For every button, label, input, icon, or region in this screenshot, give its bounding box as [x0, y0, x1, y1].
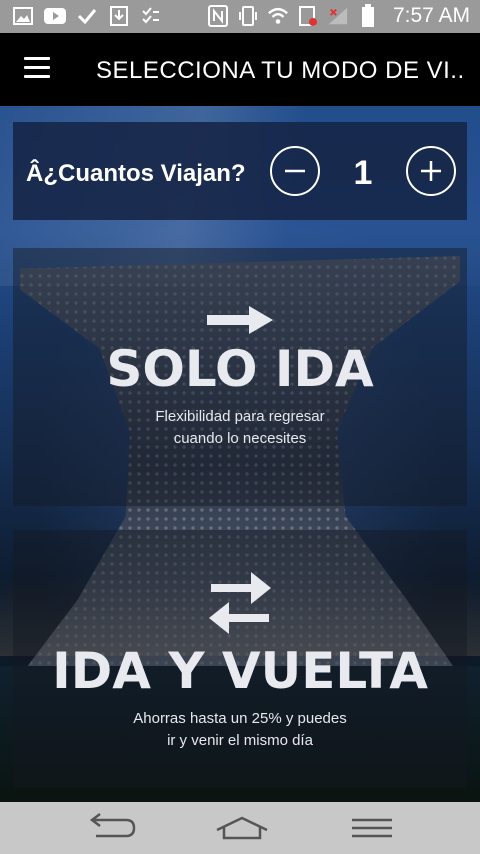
round-trip-subtitle-line1: Ahorras hasta un 25% y puedes — [133, 710, 347, 727]
signal-icon — [327, 6, 349, 26]
sim-icon — [297, 6, 319, 26]
hamburger-line — [24, 57, 50, 60]
tasks-icon — [140, 6, 162, 26]
hamburger-menu-button[interactable] — [24, 57, 50, 81]
one-way-title: SOLO IDA — [106, 340, 374, 398]
home-button[interactable] — [212, 810, 272, 846]
arrow-right-icon — [207, 306, 273, 334]
app-bar: SELECCIONA TU MODO DE VI... — [0, 33, 480, 106]
round-trip-title: IDA Y VUELTA — [52, 642, 428, 700]
minus-icon — [285, 169, 305, 173]
one-way-subtitle: Flexibilidad para regresar cuando lo nec… — [13, 406, 467, 450]
back-icon — [89, 813, 136, 838]
round-trip-subtitle-line2: ir y venir el mismo día — [167, 732, 313, 749]
swap-arrows-icon — [209, 572, 271, 634]
vibrate-icon — [237, 6, 259, 26]
one-way-subtitle-line2: cuando lo necesites — [173, 430, 307, 447]
round-trip-option[interactable]: IDA Y VUELTA Ahorras hasta un 25% y pued… — [13, 530, 467, 788]
status-bar: 7:57 AM — [0, 0, 480, 33]
back-button[interactable] — [82, 810, 142, 846]
image-icon — [12, 6, 34, 26]
wifi-icon — [267, 6, 289, 26]
notification-icons — [12, 6, 162, 26]
one-way-subtitle-line1: Flexibilidad para regresar — [155, 408, 325, 425]
system-icons: 7:57 AM — [207, 4, 470, 28]
recent-apps-button[interactable] — [342, 810, 402, 846]
page-title: SELECCIONA TU MODO DE VI... — [96, 57, 466, 84]
check-icon — [76, 6, 98, 26]
system-nav-bar — [0, 802, 480, 854]
plus-icon — [421, 161, 441, 181]
download-icon — [108, 6, 130, 26]
passenger-selector: Â¿Cuantos Viajan? 1 — [13, 122, 467, 220]
decrease-passengers-button[interactable] — [270, 146, 320, 196]
youtube-icon — [44, 6, 66, 26]
increase-passengers-button[interactable] — [406, 146, 456, 196]
passenger-label: Â¿Cuantos Viajan? — [26, 160, 246, 187]
hamburger-line — [24, 75, 50, 78]
clock: 7:57 AM — [392, 4, 470, 27]
one-way-option[interactable]: SOLO IDA Flexibilidad para regresar cuan… — [13, 248, 467, 506]
nfc-icon — [207, 5, 229, 27]
round-trip-subtitle: Ahorras hasta un 25% y puedes ir y venir… — [13, 708, 467, 752]
menu-icon — [352, 818, 392, 838]
home-icon — [216, 816, 268, 840]
passenger-count: 1 — [353, 154, 373, 192]
hamburger-line — [24, 66, 50, 69]
battery-icon — [357, 4, 379, 27]
